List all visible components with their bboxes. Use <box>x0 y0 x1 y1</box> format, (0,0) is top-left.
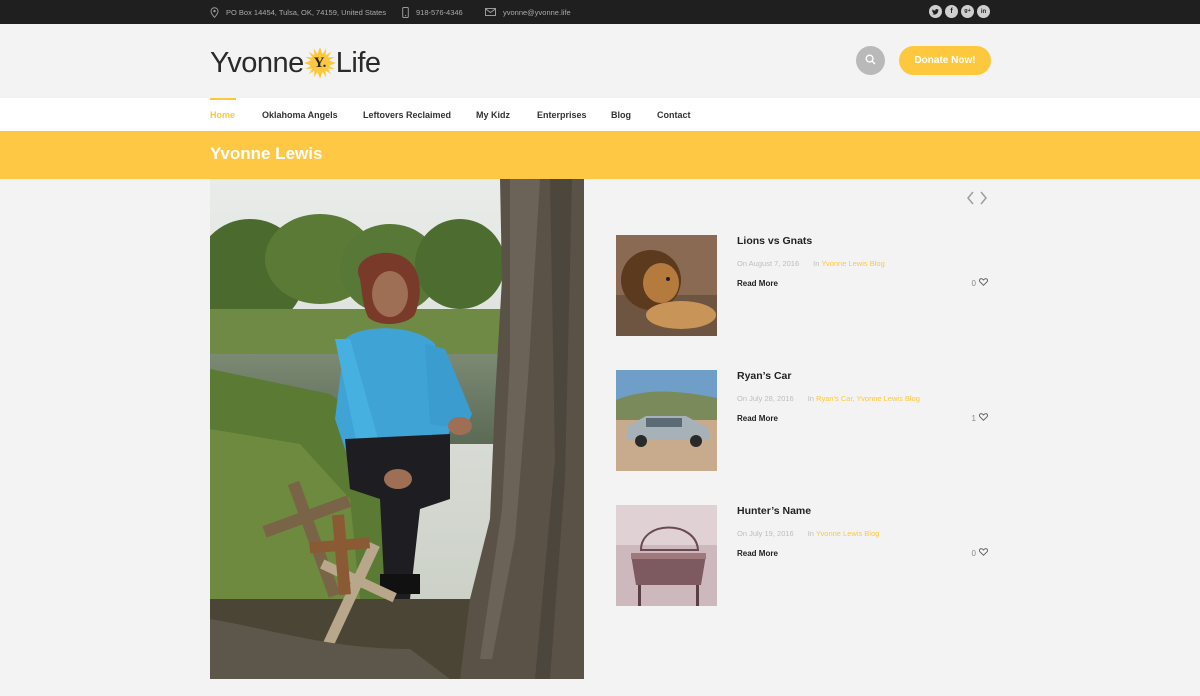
heart-icon <box>979 413 988 423</box>
read-more-link[interactable]: Read More <box>737 414 778 423</box>
nav-item-leftovers-reclaimed[interactable]: Leftovers Reclaimed <box>363 98 451 131</box>
post-thumbnail[interactable] <box>616 235 717 336</box>
logo-mark-text: Y. <box>313 54 327 71</box>
site-header: Yvonne Y. Life Donate Now! <box>0 24 1200 98</box>
post-date: On August 7, 2016 <box>737 259 800 268</box>
post-in-label: In <box>807 529 814 538</box>
twitter-icon[interactable] <box>929 5 942 18</box>
heart-icon <box>979 278 988 288</box>
page-title-band: Yvonne Lewis <box>0 131 1200 179</box>
page-title: Yvonne Lewis <box>210 144 323 163</box>
search-icon <box>865 52 876 70</box>
linkedin-icon[interactable]: in <box>977 5 990 18</box>
address-text: PO Box 14454, Tulsa, OK, 74159, United S… <box>226 7 387 17</box>
post-thumbnail[interactable] <box>616 505 717 606</box>
post-title[interactable]: Hunter’s Name <box>737 505 811 517</box>
map-pin-icon <box>210 6 219 18</box>
post-date: On July 19, 2016 <box>737 529 794 538</box>
blog-post-card: Ryan’s Car On July 28, 2016 In Ryan's Car… <box>616 370 991 472</box>
read-more-link[interactable]: Read More <box>737 279 778 288</box>
social-links: f g+ in <box>929 5 990 18</box>
post-title[interactable]: Ryan’s Car <box>737 370 791 382</box>
portrait-photo <box>210 179 584 679</box>
top-bar: PO Box 14454, Tulsa, OK, 74159, United S… <box>0 0 1200 24</box>
like-button[interactable]: 1 <box>972 413 988 423</box>
search-button[interactable] <box>856 46 885 75</box>
post-meta: On July 28, 2016 In Ryan's Car, Yvonne Le… <box>737 394 920 403</box>
logo-text-right: Life <box>335 46 381 79</box>
post-categories[interactable]: Yvonne Lewis Blog <box>816 529 879 538</box>
post-categories[interactable]: Ryan's Car, Yvonne Lewis Blog <box>816 394 920 403</box>
envelope-icon <box>485 8 496 16</box>
post-in-label: In <box>813 259 820 268</box>
blog-post-card: Hunter’s Name On July 19, 2016 In Yvonne … <box>616 505 991 607</box>
like-count: 1 <box>971 413 976 423</box>
phone-icon <box>402 6 409 18</box>
nav-item-home[interactable]: Home <box>210 98 235 131</box>
donate-button[interactable]: Donate Now! <box>899 46 991 75</box>
post-meta: On July 19, 2016 In Yvonne Lewis Blog <box>737 529 879 538</box>
email-info[interactable]: yvonne@yvonne.life <box>485 0 571 24</box>
nav-item-my-kidz[interactable]: My Kidz <box>476 98 510 131</box>
email-text: yvonne@yvonne.life <box>503 7 571 17</box>
address-info: PO Box 14454, Tulsa, OK, 74159, United S… <box>210 0 386 24</box>
nav-item-contact[interactable]: Contact <box>657 98 691 131</box>
post-meta: On August 7, 2016 In Yvonne Lewis Blog <box>737 259 885 268</box>
nav-item-blog[interactable]: Blog <box>611 98 631 131</box>
sun-logo-icon: Y. <box>303 46 337 80</box>
nav-item-oklahoma-angels[interactable]: Oklahoma Angels <box>262 98 338 131</box>
like-button[interactable]: 0 <box>972 278 988 288</box>
heart-icon <box>979 548 988 558</box>
post-title[interactable]: Lions vs Gnats <box>737 235 812 247</box>
google-plus-icon[interactable]: g+ <box>961 5 974 18</box>
phone-text: 918-576-4346 <box>416 7 463 17</box>
like-count: 0 <box>971 278 976 288</box>
post-thumbnail[interactable] <box>616 370 717 471</box>
read-more-link[interactable]: Read More <box>737 549 778 558</box>
chevron-left-icon[interactable] <box>966 191 975 210</box>
main-nav: Home Oklahoma Angels Leftovers Reclaimed… <box>0 98 1200 131</box>
like-button[interactable]: 0 <box>972 548 988 558</box>
post-date: On July 28, 2016 <box>737 394 794 403</box>
like-count: 0 <box>971 548 976 558</box>
facebook-icon[interactable]: f <box>945 5 958 18</box>
logo-text-left: Yvonne <box>210 46 304 79</box>
post-in-label: In <box>807 394 814 403</box>
chevron-right-icon[interactable] <box>979 191 988 210</box>
post-slider-arrows <box>966 191 988 210</box>
post-categories[interactable]: Yvonne Lewis Blog <box>821 259 884 268</box>
phone-info[interactable]: 918-576-4346 <box>402 0 463 24</box>
nav-item-enterprises[interactable]: Enterprises <box>537 98 587 131</box>
blog-post-card: Lions vs Gnats On August 7, 2016 In Yvonn… <box>616 235 991 337</box>
site-logo[interactable]: Yvonne Y. Life <box>210 43 381 83</box>
